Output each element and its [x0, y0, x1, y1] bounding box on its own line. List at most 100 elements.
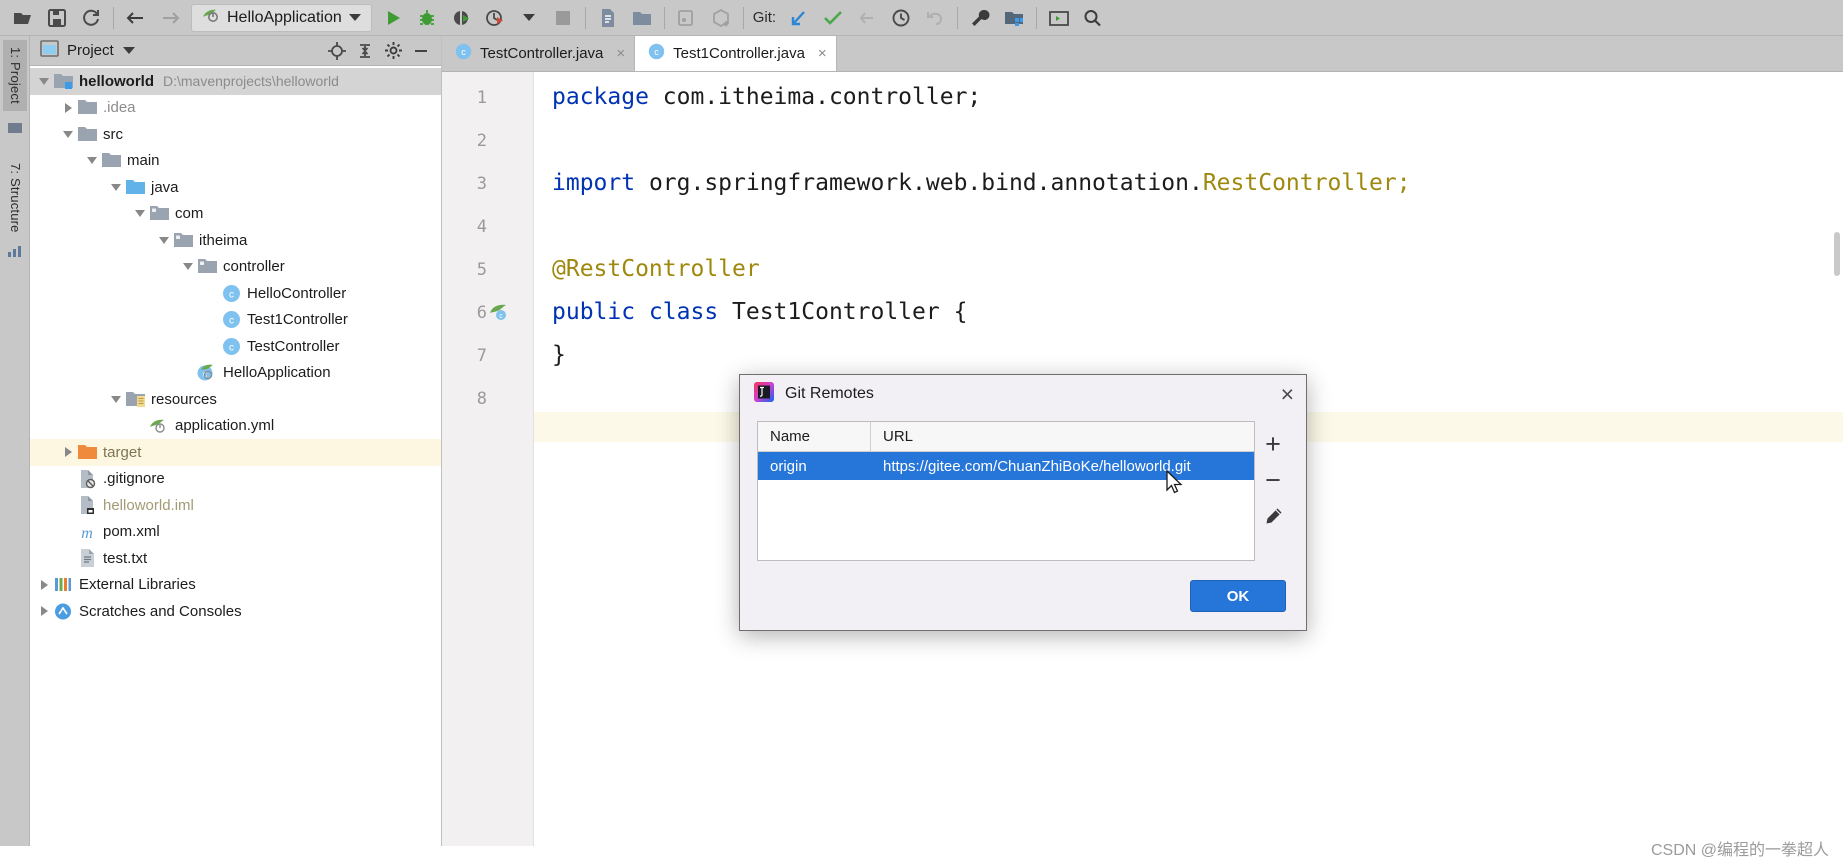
- tree-item-controller[interactable]: controller: [30, 254, 441, 281]
- project-tree[interactable]: helloworld D:\mavenprojects\helloworld .id…: [30, 66, 441, 868]
- tree-item-label: test.txt: [103, 549, 148, 567]
- locate-target-icon[interactable]: [323, 38, 351, 64]
- terminal-icon[interactable]: [1042, 3, 1076, 33]
- git-rollback-icon[interactable]: [918, 3, 952, 33]
- run-with-coverage-button[interactable]: [444, 3, 478, 33]
- sync-gradle-icon[interactable]: [704, 3, 738, 33]
- navigate-back-icon[interactable]: [119, 3, 153, 33]
- collapse-all-icon[interactable]: [351, 38, 379, 64]
- tree-item-test1controller[interactable]: c Test1Controller: [30, 307, 441, 334]
- settings-gear-icon[interactable]: [379, 38, 407, 64]
- profile-button[interactable]: [478, 3, 512, 33]
- chevron-down-icon[interactable]: [84, 148, 100, 174]
- tree-item--gitignore[interactable]: .gitignore: [30, 466, 441, 493]
- svg-text:c: c: [654, 47, 659, 57]
- search-icon[interactable]: [1076, 3, 1110, 33]
- code-token: @RestController: [552, 256, 760, 282]
- code-line: public class Test1Controller {: [552, 301, 967, 324]
- git-update-project-icon[interactable]: [782, 3, 816, 33]
- project-panel-title: Project: [67, 42, 114, 59]
- editor-tab-bar: c TestController.java × c Test1Controller.ja…: [442, 36, 1843, 72]
- code-token: org.springframework.web.bind.annotation.: [648, 170, 1203, 196]
- project-panel-header: Project: [30, 36, 441, 66]
- chevron-down-icon[interactable]: [36, 68, 52, 94]
- chevron-down-icon[interactable]: [348, 14, 361, 21]
- tree-item-pom-xml[interactable]: m pom.xml: [30, 519, 441, 546]
- analytics-icon[interactable]: [7, 244, 23, 258]
- tree-item-label: java: [151, 178, 179, 196]
- spring-bean-icon[interactable]: c: [488, 301, 510, 323]
- remove-remote-button[interactable]: −: [1257, 463, 1289, 497]
- chevron-down-icon[interactable]: [156, 227, 172, 253]
- tree-item-test-txt[interactable]: test.txt: [30, 545, 441, 572]
- tree-item-itheima[interactable]: itheima: [30, 227, 441, 254]
- chevron-right-icon[interactable]: [36, 598, 52, 624]
- chevron-right-icon[interactable]: [36, 572, 52, 598]
- tree-item-testcontroller[interactable]: c TestController: [30, 333, 441, 360]
- open-folder-icon[interactable]: [6, 3, 40, 33]
- project-folder-icon[interactable]: [625, 3, 659, 33]
- close-tab-icon[interactable]: ×: [616, 45, 625, 62]
- edit-remote-button[interactable]: [1257, 499, 1289, 533]
- navigate-forward-icon[interactable]: [153, 3, 187, 33]
- chevron-right-icon[interactable]: [60, 439, 76, 465]
- run-button[interactable]: [376, 3, 410, 33]
- favorites-icon[interactable]: [7, 121, 23, 135]
- tree-item-helloworld-iml[interactable]: helloworld.iml: [30, 492, 441, 519]
- tree-item-java[interactable]: java: [30, 174, 441, 201]
- chevron-right-icon[interactable]: [60, 95, 76, 121]
- stop-button[interactable]: [546, 3, 580, 33]
- tree-item-application-yml[interactable]: application.yml: [30, 413, 441, 440]
- tree-item-hellocontroller[interactable]: c HelloController: [30, 280, 441, 307]
- chevron-down-icon[interactable]: [60, 121, 76, 147]
- debug-button[interactable]: [410, 3, 444, 33]
- show-diff-icon[interactable]: [591, 3, 625, 33]
- editor-gutter[interactable]: 1 2 3 4 5 6 7 8 c: [442, 72, 534, 868]
- chevron-down-icon[interactable]: [108, 386, 124, 412]
- chevron-down-icon[interactable]: [180, 254, 196, 280]
- code-line: @RestController: [552, 258, 760, 281]
- chevron-down-icon[interactable]: [132, 201, 148, 227]
- tree-item-com[interactable]: com: [30, 201, 441, 228]
- close-icon[interactable]: ×: [1281, 382, 1294, 406]
- java-class-icon: c: [647, 42, 666, 65]
- git-history-icon[interactable]: [884, 3, 918, 33]
- git-commit-icon[interactable]: [816, 3, 850, 33]
- close-tab-icon[interactable]: ×: [818, 45, 827, 62]
- tree-item-resources[interactable]: resources: [30, 386, 441, 413]
- settings-wrench-icon[interactable]: [963, 3, 997, 33]
- code-token: public class: [552, 299, 733, 325]
- git-push-icon[interactable]: [850, 3, 884, 33]
- save-all-icon[interactable]: [40, 3, 74, 33]
- tab-test1controller-java[interactable]: c Test1Controller.java ×: [635, 36, 837, 71]
- ok-button[interactable]: OK: [1190, 580, 1286, 612]
- profile-dropdown-icon[interactable]: [512, 3, 546, 33]
- tree-item-helloworld[interactable]: helloworld D:\mavenprojects\helloworld: [30, 68, 441, 95]
- sidebar-item-structure[interactable]: 7: Structure: [3, 156, 27, 240]
- sync-refresh-icon[interactable]: [74, 3, 108, 33]
- project-structure-icon[interactable]: [997, 3, 1031, 33]
- tree-item-src[interactable]: src: [30, 121, 441, 148]
- code-token: Test1Controller {: [732, 299, 968, 325]
- tree-item-scratches-and-consoles[interactable]: Scratches and Consoles: [30, 598, 441, 625]
- tree-item-label: target: [103, 443, 142, 461]
- tree-item-helloapplication[interactable]: c HelloApplication: [30, 360, 441, 387]
- code-token: import: [552, 170, 649, 196]
- tab-testcontroller-java[interactable]: c TestController.java ×: [442, 36, 636, 71]
- tree-item-external-libraries[interactable]: External Libraries: [30, 572, 441, 599]
- folder-icon: [100, 150, 122, 172]
- editor-scrollbar[interactable]: [1834, 232, 1840, 276]
- run-config-name: HelloApplication: [227, 8, 342, 26]
- hide-panel-icon[interactable]: [407, 38, 435, 64]
- tree-item-main[interactable]: main: [30, 148, 441, 175]
- device-preview-icon[interactable]: [670, 3, 704, 33]
- chevron-down-icon[interactable]: [122, 47, 135, 54]
- tree-item-target[interactable]: target: [30, 439, 441, 466]
- tree-item--idea[interactable]: .idea: [30, 95, 441, 122]
- add-remote-button[interactable]: +: [1257, 427, 1289, 461]
- run-configuration-selector[interactable]: HelloApplication: [191, 3, 372, 32]
- chevron-down-icon[interactable]: [108, 174, 124, 200]
- sidebar-item-project[interactable]: 1: Project: [3, 40, 27, 111]
